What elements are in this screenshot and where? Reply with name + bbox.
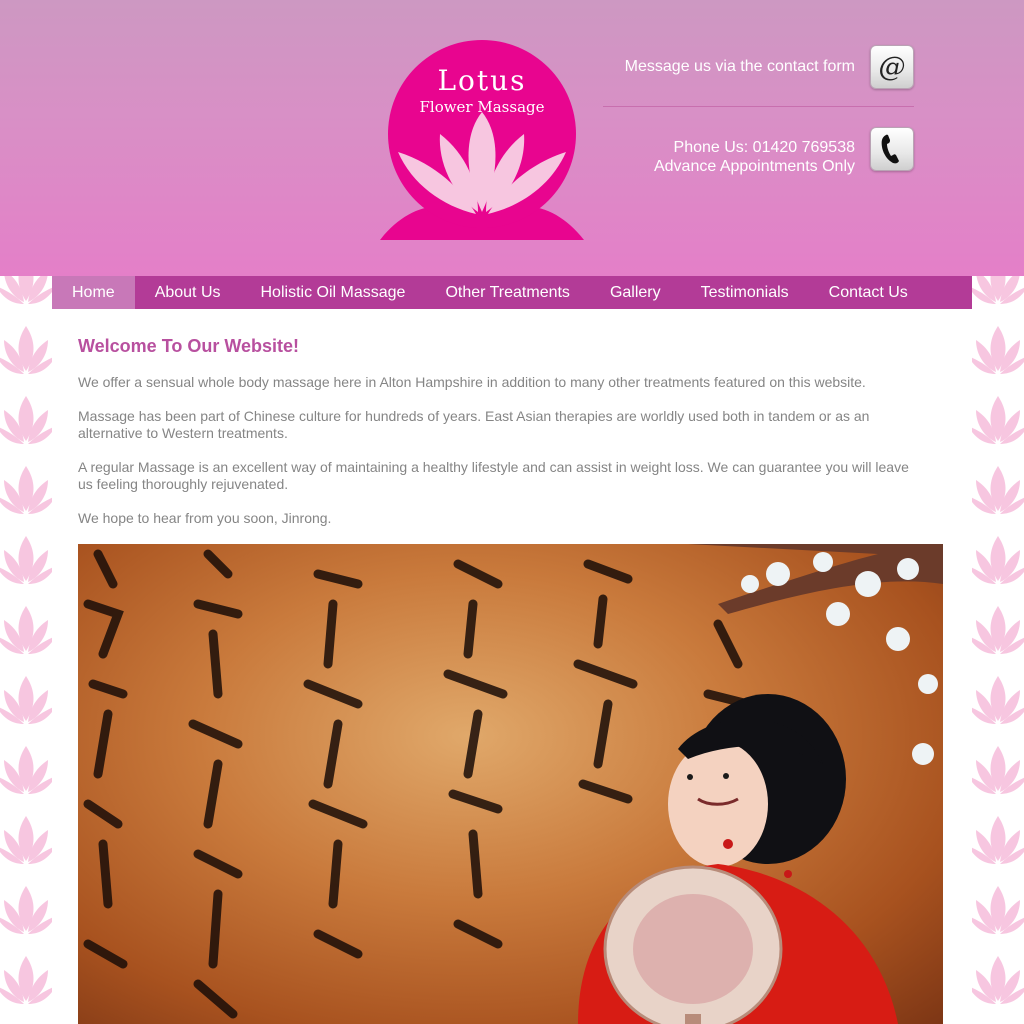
lotus-pattern-icon	[0, 466, 52, 514]
signoff-paragraph: We hope to hear from you soon, Jinrong.	[78, 510, 332, 526]
at-icon[interactable]: @	[870, 45, 914, 89]
lotus-pattern-icon	[0, 396, 52, 444]
intro-paragraph: We offer a sensual whole body massage he…	[78, 374, 866, 390]
lotus-pattern-icon	[0, 956, 52, 1004]
lotus-logo[interactable]: Lotus Flower Massage	[378, 34, 586, 244]
main-content: Welcome To Our Website! We offer a sensu…	[52, 309, 972, 1024]
phone-number[interactable]: Phone Us: 01420 769538	[654, 138, 855, 157]
lotus-pattern-icon	[0, 326, 52, 374]
logo-title: Lotus	[437, 64, 526, 97]
lotus-pattern-icon	[972, 606, 1024, 654]
main-nav: Home About Us Holistic Oil Massage Other…	[52, 276, 972, 309]
lotus-pattern-icon	[0, 886, 52, 934]
culture-paragraph: Massage has been part of Chinese culture…	[78, 408, 870, 441]
phone-icon[interactable]	[870, 127, 914, 171]
lotus-pattern-left	[0, 276, 52, 1024]
lotus-pattern-icon	[0, 816, 52, 864]
email-contact-text[interactable]: Message us via the contact form	[625, 58, 855, 76]
lotus-pattern-icon	[0, 276, 52, 304]
nav-testimonials[interactable]: Testimonials	[681, 276, 809, 309]
nav-contact-us[interactable]: Contact Us	[809, 276, 928, 309]
hero-photo	[78, 544, 943, 1024]
appointments-note: Advance Appointments Only	[653, 158, 855, 175]
lotus-pattern-svg	[972, 276, 1024, 1004]
lotus-pattern-icon	[972, 956, 1024, 1004]
lotus-pattern-icon	[972, 886, 1024, 934]
lotus-pattern-svg	[0, 276, 52, 1004]
lotus-pattern-icon	[0, 746, 52, 794]
lotus-pattern-icon	[972, 816, 1024, 864]
lotus-pattern-icon	[972, 536, 1024, 584]
page-title: Welcome To Our Website!	[78, 336, 300, 356]
benefits-paragraph: A regular Massage is an excellent way of…	[78, 459, 909, 492]
nav-other-treatments[interactable]: Other Treatments	[425, 276, 590, 309]
lotus-pattern-icon	[972, 466, 1024, 514]
contact-divider	[603, 106, 914, 107]
lotus-pattern-right	[972, 276, 1024, 1024]
lotus-pattern-icon	[972, 746, 1024, 794]
nav-holistic-oil-massage[interactable]: Holistic Oil Massage	[241, 276, 426, 309]
nav-home[interactable]: Home	[52, 276, 135, 309]
nav-gallery[interactable]: Gallery	[590, 276, 681, 309]
logo-subtitle: Flower Massage	[419, 98, 544, 116]
lotus-pattern-icon	[972, 276, 1024, 304]
lotus-pattern-icon	[972, 326, 1024, 374]
phone-handset-icon	[881, 134, 899, 164]
nav-about-us[interactable]: About Us	[135, 276, 241, 309]
phone-contact: Phone Us: 01420 769538 Advance Appointme…	[654, 138, 855, 176]
lotus-pattern-icon	[0, 676, 52, 724]
lotus-pattern-icon	[972, 396, 1024, 444]
lotus-pattern-icon	[0, 536, 52, 584]
lotus-pattern-icon	[972, 676, 1024, 724]
calligraphy-woman-illustration	[83, 544, 943, 1024]
site-header: Lotus Flower Massage Message us via the …	[0, 0, 1024, 276]
lotus-pattern-icon	[0, 606, 52, 654]
